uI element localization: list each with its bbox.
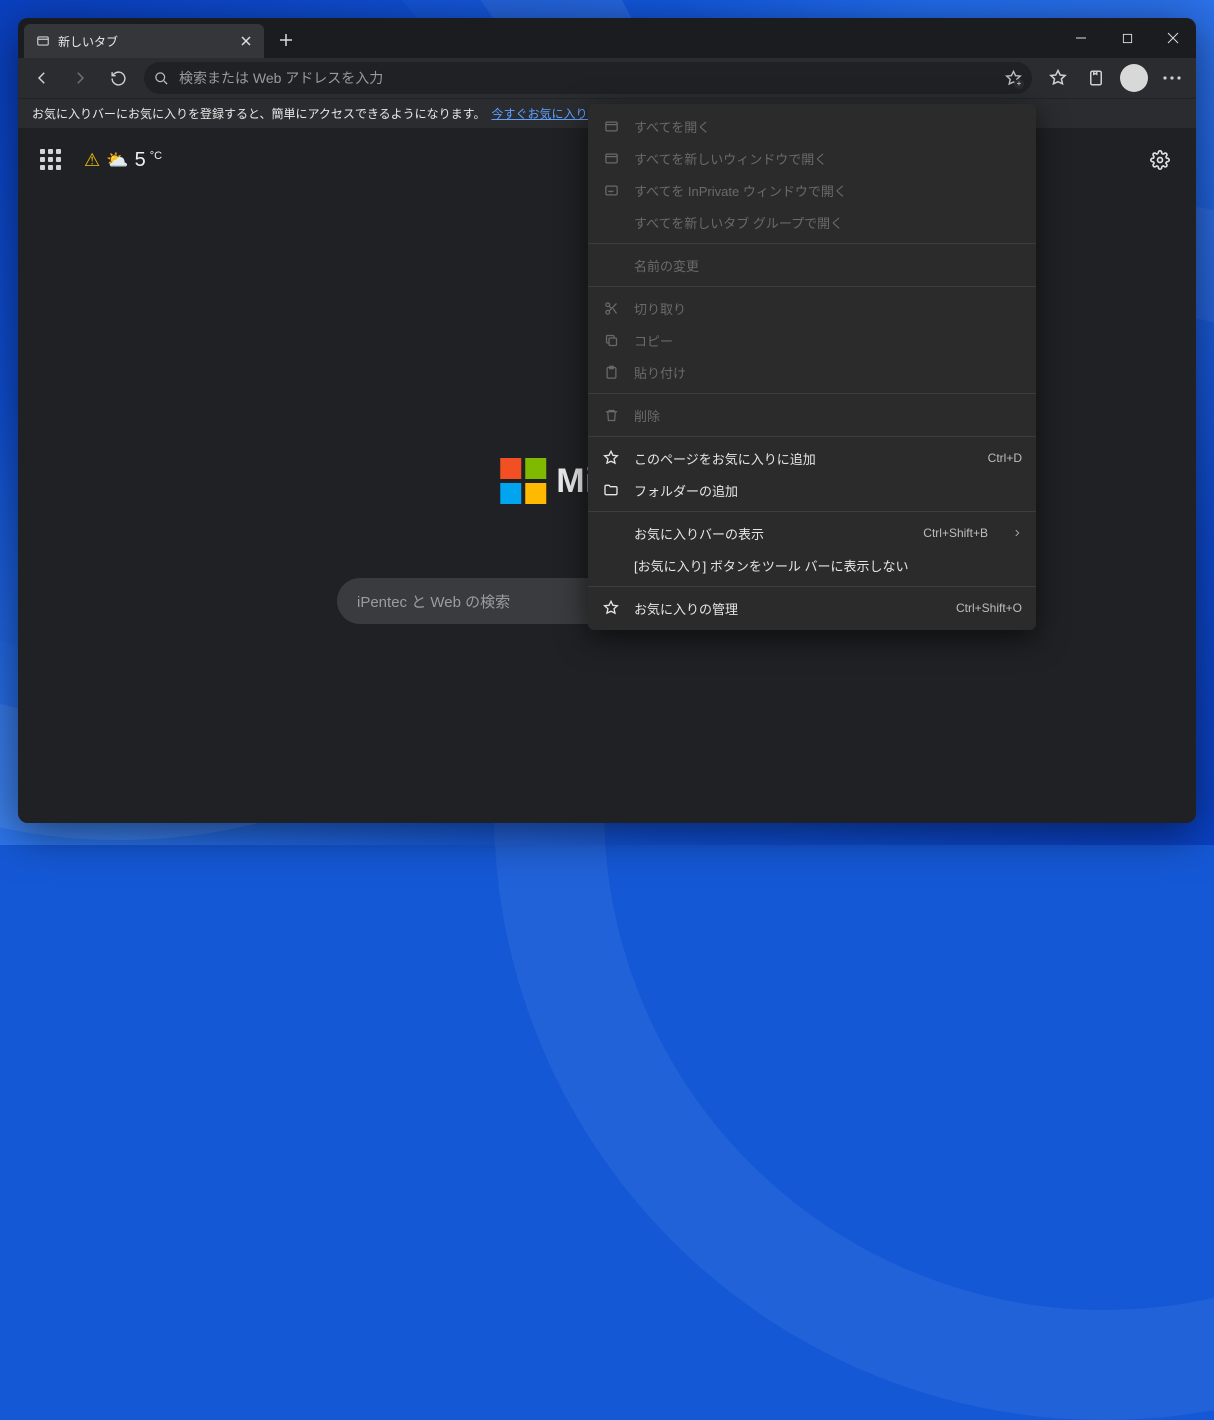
profile-avatar[interactable]: [1120, 64, 1148, 92]
weather-cloud-icon: ⛅: [106, 150, 128, 171]
menu-shortcut: Ctrl+Shift+O: [956, 601, 1022, 615]
menu-label: 貼り付け: [634, 363, 686, 382]
weather-unit: °C: [150, 150, 162, 162]
menu-label: フォルダーの追加: [634, 481, 738, 500]
tab-strip: 新しいタブ: [18, 18, 1196, 58]
refresh-button[interactable]: [100, 62, 136, 94]
menu-separator: [588, 286, 1036, 287]
toolbar: 検索または Web アドレスを入力 +: [18, 58, 1196, 98]
paste-icon: [602, 365, 620, 380]
close-tab-icon[interactable]: [238, 33, 254, 49]
favorites-hint-text: お気に入りバーにお気に入りを登録すると、簡単にアクセスできるようになります。: [32, 105, 485, 122]
menu-separator: [588, 436, 1036, 437]
star-gear-icon: [602, 600, 620, 616]
menu-cut[interactable]: 切り取り: [588, 292, 1036, 324]
menu-separator: [588, 586, 1036, 587]
menu-separator: [588, 393, 1036, 394]
menu-label: このページをお気に入りに追加: [634, 449, 816, 468]
search-icon: [154, 71, 169, 86]
tab-icon: [36, 34, 50, 48]
menu-label: お気に入りの管理: [634, 599, 738, 618]
new-window-icon: [602, 151, 620, 166]
tab-new[interactable]: 新しいタブ: [24, 24, 264, 58]
close-window-button[interactable]: [1150, 18, 1196, 58]
menu-label: お気に入りバーの表示: [634, 524, 764, 543]
browser-window: 新しいタブ 検索または Web アドレスを入力: [18, 18, 1196, 823]
new-tab-button[interactable]: [270, 24, 302, 56]
menu-label: [お気に入り] ボタンをツール バーに表示しない: [634, 556, 908, 575]
trash-icon: [602, 408, 620, 423]
apps-launcher-icon[interactable]: [40, 149, 62, 171]
address-bar[interactable]: 検索または Web アドレスを入力 +: [144, 62, 1032, 94]
settings-menu-button[interactable]: [1154, 62, 1190, 94]
menu-separator: [588, 243, 1036, 244]
menu-delete[interactable]: 削除: [588, 399, 1036, 431]
window-icon: [602, 119, 620, 134]
menu-label: すべてを開く: [634, 117, 710, 136]
address-placeholder: 検索または Web アドレスを入力: [179, 68, 383, 88]
menu-label: 削除: [634, 406, 660, 425]
menu-open-all-inprivate[interactable]: すべてを InPrivate ウィンドウで開く: [588, 174, 1036, 206]
menu-label: すべてを新しいタブ グループで開く: [634, 213, 843, 232]
weather-temp: 5: [135, 149, 146, 172]
star-plus-icon: [602, 450, 620, 466]
menu-separator: [588, 511, 1036, 512]
forward-button[interactable]: [62, 62, 98, 94]
menu-label: コピー: [634, 331, 673, 350]
copy-icon: [602, 333, 620, 348]
ntp-search-placeholder: iPentec と Web の検索: [357, 591, 510, 612]
menu-shortcut: Ctrl+Shift+B: [923, 526, 988, 540]
menu-show-favorites-bar[interactable]: • お気に入りバーの表示 Ctrl+Shift+B: [588, 517, 1036, 549]
chevron-right-icon: [1012, 528, 1022, 538]
folder-plus-icon: [602, 482, 620, 498]
menu-open-all[interactable]: すべてを開く: [588, 110, 1036, 142]
collections-button[interactable]: [1078, 62, 1114, 94]
window-controls: [1058, 18, 1196, 58]
menu-rename[interactable]: • 名前の変更: [588, 249, 1036, 281]
menu-label: すべてを新しいウィンドウで開く: [634, 149, 827, 168]
warning-icon: ⚠: [84, 150, 100, 171]
menu-open-all-tab-group[interactable]: • すべてを新しいタブ グループで開く: [588, 206, 1036, 238]
add-favorite-omnibox-icon[interactable]: +: [1005, 70, 1022, 87]
menu-hide-favorites-button[interactable]: • [お気に入り] ボタンをツール バーに表示しない: [588, 549, 1036, 581]
menu-add-page-to-favorites[interactable]: このページをお気に入りに追加 Ctrl+D: [588, 442, 1036, 474]
tab-title: 新しいタブ: [58, 33, 118, 50]
menu-open-all-new-window[interactable]: すべてを新しいウィンドウで開く: [588, 142, 1036, 174]
page-settings-icon[interactable]: [1146, 146, 1174, 174]
favorites-context-menu: すべてを開く すべてを新しいウィンドウで開く すべてを InPrivate ウィ…: [588, 104, 1036, 630]
menu-copy[interactable]: コピー: [588, 324, 1036, 356]
scissors-icon: [602, 301, 620, 316]
menu-label: 切り取り: [634, 299, 686, 318]
menu-label: すべてを InPrivate ウィンドウで開く: [634, 181, 847, 200]
menu-paste[interactable]: 貼り付け: [588, 356, 1036, 388]
menu-shortcut: Ctrl+D: [988, 451, 1022, 465]
microsoft-logo-icon: [500, 458, 546, 504]
menu-manage-favorites[interactable]: お気に入りの管理 Ctrl+Shift+O: [588, 592, 1036, 624]
menu-add-folder[interactable]: フォルダーの追加: [588, 474, 1036, 506]
maximize-button[interactable]: [1104, 18, 1150, 58]
inprivate-icon: [602, 183, 620, 198]
minimize-button[interactable]: [1058, 18, 1104, 58]
favorites-button[interactable]: [1040, 62, 1076, 94]
back-button[interactable]: [24, 62, 60, 94]
weather-widget[interactable]: ⚠ ⛅ 5 °C: [84, 149, 162, 172]
menu-label: 名前の変更: [634, 256, 699, 275]
